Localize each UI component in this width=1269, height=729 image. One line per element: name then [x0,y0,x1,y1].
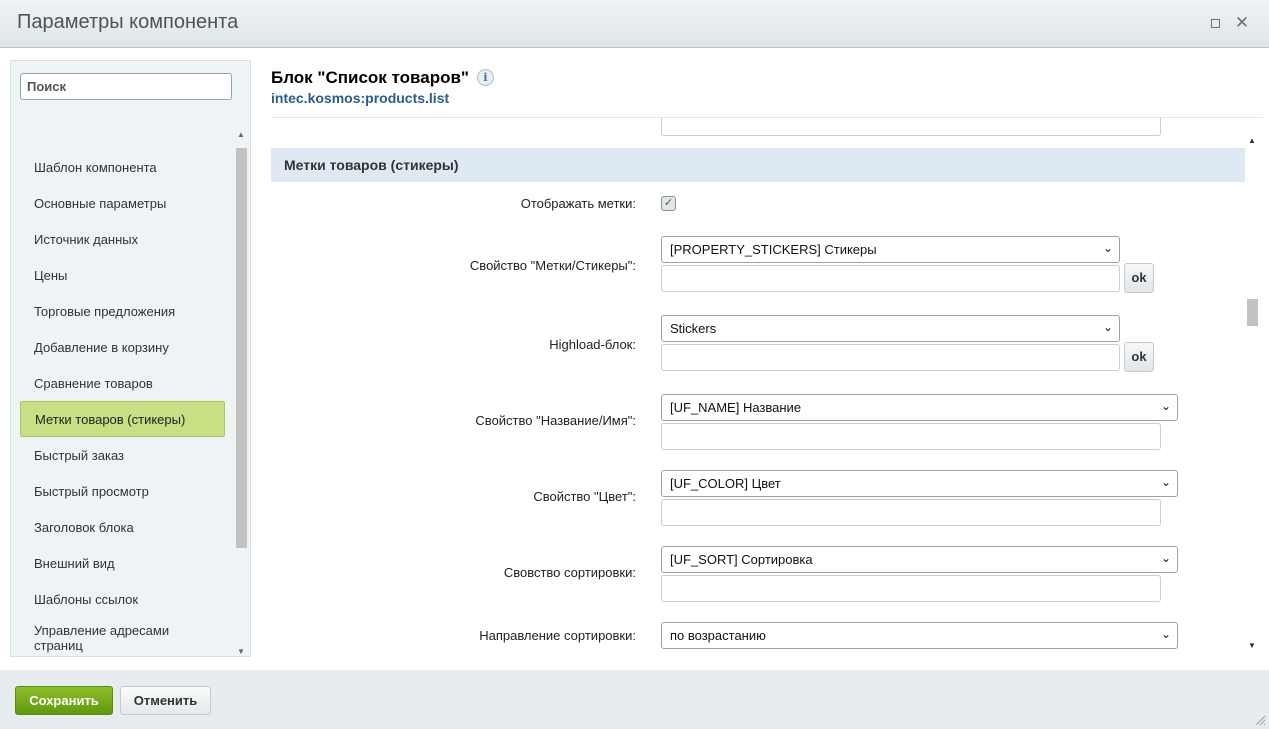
sort-property-input[interactable] [661,575,1161,602]
window-title: Параметры компонента [17,11,239,33]
select-value: [UF_COLOR] Цвет [670,476,781,491]
scroll-up-icon[interactable]: ▲ [1248,136,1256,145]
color-property-select[interactable]: [UF_COLOR] Цвет ⌄ [661,470,1178,497]
sidebar-item-block-header[interactable]: Заголовок блока [20,509,225,545]
stickers-ok-button[interactable]: ok [1124,263,1154,293]
sidebar-item-main-params[interactable]: Основные параметры [20,185,225,221]
chevron-down-icon: ⌄ [1160,399,1171,413]
sidebar-item-template[interactable]: Шаблон компонента [20,149,225,185]
stickers-property-select[interactable]: [PROPERTY_STICKERS] Стикеры ⌄ [661,236,1120,263]
stickers-property-input[interactable] [661,265,1120,292]
previous-text-field[interactable] [661,118,1161,136]
select-value: [PROPERTY_STICKERS] Стикеры [670,242,877,257]
square-icon [1210,19,1220,28]
scroll-down-icon[interactable]: ▼ [1248,641,1256,650]
sidebar-item-appearance[interactable]: Внешний вид [20,545,225,581]
sidebar-item-quick-order[interactable]: Быстрый заказ [20,437,225,473]
info-icon[interactable]: i [476,69,494,86]
scroll-down-icon[interactable]: ▼ [237,647,245,656]
highload-block-input[interactable] [661,344,1120,371]
sidebar-item-compare[interactable]: Сравнение товаров [20,365,225,401]
select-value: [UF_NAME] Название [670,400,802,415]
show-labels-label: Отображать метки: [520,196,636,211]
maximize-button[interactable] [1206,14,1224,32]
dialog-content: Шаблон компонента Основные параметры Ист… [0,48,1269,670]
panel-header: Блок "Список товаров" i intec.kosmos:prod… [271,68,494,106]
scroll-thumb[interactable] [1247,299,1258,326]
sidebar-item-prices[interactable]: Цены [20,257,225,293]
chevron-down-icon: ⌄ [1160,627,1171,641]
params-scrollbar[interactable]: ▲ ▼ [1245,134,1260,652]
sidebar-nav: Шаблон компонента Основные параметры Ист… [20,149,225,659]
dialog-footer: Сохранить Отменить [0,670,1269,729]
panel-title: Блок "Список товаров" [271,68,469,87]
chevron-down-icon: ⌄ [1160,475,1171,489]
name-property-select[interactable]: [UF_NAME] Название ⌄ [661,394,1178,421]
scroll-thumb[interactable] [236,148,247,548]
chevron-down-icon: ⌄ [1102,320,1113,334]
sort-property-label: Свовство сортировки: [503,565,636,580]
search-input[interactable] [20,73,232,100]
highload-block-select[interactable]: Stickers ⌄ [661,315,1120,342]
highload-block-label: Highload-блок: [549,337,636,352]
component-id: intec.kosmos:products.list [271,90,450,106]
sidebar-item-offers[interactable]: Торговые предложения [20,293,225,329]
highload-ok-button[interactable]: ok [1124,342,1154,372]
sidebar-item-quick-view[interactable]: Быстрый просмотр [20,473,225,509]
sort-direction-label: Направление сортировки: [479,628,636,643]
close-icon[interactable]: ✕ [1233,14,1251,32]
chevron-down-icon: ⌄ [1102,241,1113,255]
sidebar: Шаблон компонента Основные параметры Ист… [10,60,251,657]
color-property-input[interactable] [661,499,1161,526]
sort-direction-select[interactable]: по возрастанию ⌄ [661,622,1178,649]
window-titlebar: Параметры компонента ✕ [0,0,1269,48]
section-header: Метки товаров (стикеры) [271,148,1245,182]
sidebar-item-add-to-cart[interactable]: Добавление в корзину [20,329,225,365]
sidebar-item-url-management[interactable]: Управление адресами страниц [20,617,225,659]
sort-property-select[interactable]: [UF_SORT] Сортировка ⌄ [661,546,1178,573]
sidebar-item-stickers[interactable]: Метки товаров (стикеры) [20,401,225,437]
cancel-button[interactable]: Отменить [120,686,211,715]
save-button[interactable]: Сохранить [15,686,113,715]
sidebar-item-data-source[interactable]: Источник данных [20,221,225,257]
select-value: по возрастанию [670,628,766,643]
stickers-property-label: Свойство "Метки/Стикеры": [469,258,636,273]
name-property-input[interactable] [661,423,1161,450]
sidebar-item-link-templates[interactable]: Шаблоны ссылок [20,581,225,617]
name-property-label: Свойство "Название/Имя": [475,413,636,428]
sidebar-scrollbar[interactable]: ▲ ▼ [234,128,249,658]
scroll-up-icon[interactable]: ▲ [237,130,245,139]
show-labels-checkbox[interactable]: ✓ [661,196,676,211]
color-property-label: Свойство "Цвет": [533,489,636,504]
params-area: Метки товаров (стикеры) Отображать метки… [271,118,1245,658]
chevron-down-icon: ⌄ [1160,551,1171,565]
select-value: Stickers [670,321,717,336]
resize-grip-icon[interactable] [1254,714,1266,726]
select-value: [UF_SORT] Сортировка [670,552,813,567]
